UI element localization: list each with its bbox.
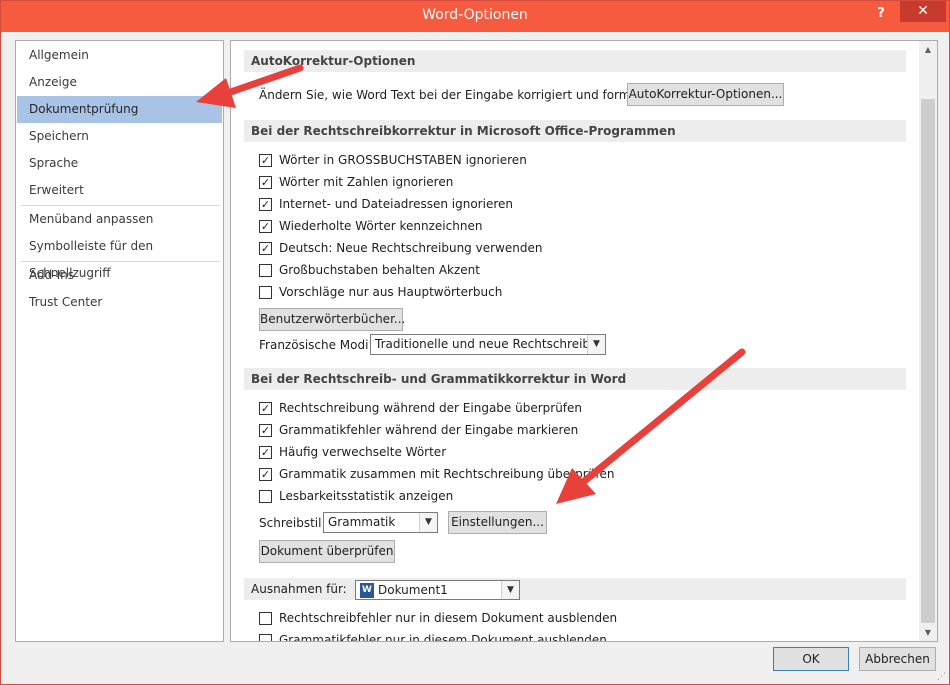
scroll-up-icon[interactable]: ▲	[919, 41, 937, 58]
chevron-down-icon[interactable]: ▼	[419, 513, 437, 532]
vertical-scrollbar[interactable]: ▲ ▼	[919, 41, 937, 641]
sidebar-item-allgemein[interactable]: Allgemein	[17, 42, 222, 69]
checkbox[interactable]	[259, 264, 272, 277]
title-bar[interactable]: Word-Optionen ? ✕	[1, 1, 949, 32]
checkbox[interactable]: ✓	[259, 446, 272, 459]
checkbox-label: Rechtschreibfehler nur in diesem Dokumen…	[279, 611, 618, 625]
autocorrect-description: Ändern Sie, wie Word Text bei der Eingab…	[259, 88, 667, 102]
checkbox-label: Internet- und Dateiadressen ignorieren	[279, 197, 513, 211]
check-document-button[interactable]: Dokument überprüfen	[259, 540, 395, 563]
checkbox[interactable]: ✓	[259, 402, 272, 415]
checkbox[interactable]: ✓	[259, 154, 272, 167]
resize-grip-icon[interactable]: ⋰	[937, 672, 947, 682]
checkbox-label: Großbuchstaben behalten Akzent	[279, 263, 480, 277]
checkbox-label: Wörter mit Zahlen ignorieren	[279, 175, 454, 189]
french-modes-value: Traditionelle und neue Rechtschreibung	[375, 337, 606, 351]
sidebar-item-speichern[interactable]: Speichern	[17, 123, 222, 150]
checkbox-label: Wiederholte Wörter kennzeichnen	[279, 219, 483, 233]
grammar-settings-button[interactable]: Einstellungen...	[448, 511, 547, 534]
cancel-button[interactable]: Abbrechen	[859, 647, 936, 671]
writing-style-select[interactable]: Grammatik ▼	[323, 512, 438, 533]
scroll-thumb[interactable]	[921, 99, 935, 623]
checkbox-label: Grammatik zusammen mit Rechtschreibung ü…	[279, 467, 615, 481]
writing-style-value: Grammatik	[328, 515, 396, 529]
checkbox-label: Lesbarkeitsstatistik anzeigen	[279, 489, 454, 503]
french-modes-label: Französische Modi:	[259, 338, 373, 352]
options-panel: AutoKorrektur-Optionen Ändern Sie, wie W…	[230, 40, 938, 642]
sidebar-item-trust-center[interactable]: Trust Center	[17, 289, 222, 316]
checkbox[interactable]: ✓	[259, 468, 272, 481]
checkbox[interactable]	[259, 612, 272, 625]
exceptions-section-header: Ausnahmen für:	[244, 578, 906, 600]
scroll-down-icon[interactable]: ▼	[919, 624, 937, 641]
french-modes-select[interactable]: Traditionelle und neue Rechtschreibung ▼	[370, 334, 606, 355]
checkbox-label: Vorschläge nur aus Hauptwörterbuch	[279, 285, 503, 299]
checkbox[interactable]: ✓	[259, 176, 272, 189]
sidebar-item-anzeige[interactable]: Anzeige	[17, 69, 222, 96]
sidebar-item-erweitert[interactable]: Erweitert	[17, 177, 222, 204]
checkbox[interactable]	[259, 490, 272, 503]
window-title: Word-Optionen	[422, 7, 528, 23]
help-icon[interactable]: ?	[871, 4, 891, 24]
word-options-dialog: Word-Optionen ? ✕ Allgemein Anzeige Doku…	[0, 0, 950, 685]
chevron-down-icon[interactable]: ▼	[501, 581, 519, 599]
sidebar-item-menueband[interactable]: Menüband anpassen	[17, 206, 222, 233]
sidebar-nav: Allgemein Anzeige Dokumentprüfung Speich…	[15, 40, 224, 642]
checkbox-label: Häufig verwechselte Wörter	[279, 445, 447, 459]
exceptions-document-value: Dokument1	[378, 583, 448, 597]
writing-style-label: Schreibstil	[259, 516, 322, 530]
chevron-down-icon[interactable]: ▼	[587, 335, 605, 354]
checkbox[interactable]: ✓	[259, 424, 272, 437]
checkbox[interactable]: ✓	[259, 220, 272, 233]
checkbox-label: Grammatikfehler während der Eingabe mark…	[279, 423, 579, 437]
ok-button[interactable]: OK	[773, 647, 849, 671]
checkbox-label: Deutsch: Neue Rechtschreibung verwenden	[279, 241, 543, 255]
sidebar-item-addins[interactable]: Add-Ins	[17, 262, 222, 289]
checkbox[interactable]: ✓	[259, 198, 272, 211]
word-grammar-section-header: Bei der Rechtschreib- und Grammatikkorre…	[244, 368, 906, 390]
checkbox[interactable]	[259, 286, 272, 299]
checkbox-label: Grammatikfehler nur in diesem Dokument a…	[279, 633, 607, 642]
exceptions-label: Ausnahmen für:	[251, 582, 347, 596]
office-spelling-section-header: Bei der Rechtschreibkorrektur in Microso…	[244, 120, 906, 142]
checkbox-label: Rechtschreibung während der Eingabe über…	[279, 401, 583, 415]
exceptions-document-select[interactable]: W Dokument1 ▼	[355, 580, 520, 600]
sidebar-item-sprache[interactable]: Sprache	[17, 150, 222, 177]
checkbox[interactable]: ✓	[259, 242, 272, 255]
custom-dictionaries-button[interactable]: Benutzerwörterbücher...	[259, 308, 405, 331]
checkbox[interactable]	[259, 634, 272, 641]
sidebar-item-schnellzugriff[interactable]: Symbolleiste für den Schnellzugriff	[17, 233, 222, 280]
checkbox-label: Wörter in GROSSBUCHSTABEN ignorieren	[279, 153, 527, 167]
autocorrect-options-button[interactable]: AutoKorrektur-Optionen...	[627, 83, 784, 106]
sidebar-item-dokumentpruefung[interactable]: Dokumentprüfung	[17, 96, 222, 123]
autocorrect-section-header: AutoKorrektur-Optionen	[244, 50, 906, 72]
close-button[interactable]: ✕	[900, 1, 946, 22]
word-document-icon: W	[360, 583, 374, 598]
